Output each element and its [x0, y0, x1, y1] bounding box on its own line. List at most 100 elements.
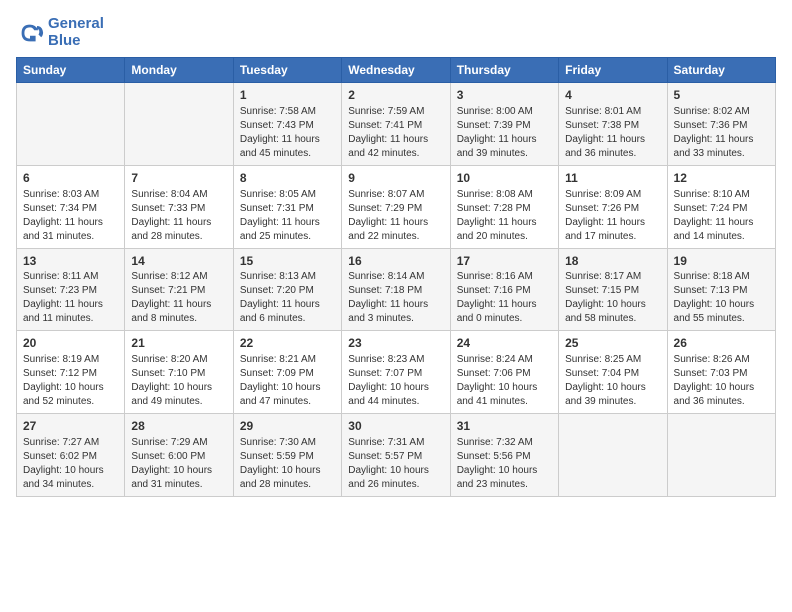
logo-icon [16, 19, 44, 47]
page-header: General Blue [16, 16, 776, 49]
day-number: 29 [240, 418, 335, 435]
day-info: Sunrise: 8:25 AM Sunset: 7:04 PM Dayligh… [565, 353, 660, 409]
day-cell: 23Sunrise: 8:23 AM Sunset: 7:07 PM Dayli… [342, 331, 450, 414]
day-cell [125, 83, 233, 166]
day-cell: 4Sunrise: 8:01 AM Sunset: 7:38 PM Daylig… [559, 83, 667, 166]
day-cell: 6Sunrise: 8:03 AM Sunset: 7:34 PM Daylig… [17, 165, 125, 248]
day-info: Sunrise: 8:16 AM Sunset: 7:16 PM Dayligh… [457, 270, 552, 326]
day-cell: 20Sunrise: 8:19 AM Sunset: 7:12 PM Dayli… [17, 331, 125, 414]
day-number: 12 [674, 170, 769, 187]
day-info: Sunrise: 8:09 AM Sunset: 7:26 PM Dayligh… [565, 188, 660, 244]
day-cell [17, 83, 125, 166]
column-header-sunday: Sunday [17, 58, 125, 83]
day-info: Sunrise: 8:02 AM Sunset: 7:36 PM Dayligh… [674, 105, 769, 161]
day-info: Sunrise: 8:08 AM Sunset: 7:28 PM Dayligh… [457, 188, 552, 244]
day-number: 31 [457, 418, 552, 435]
day-cell: 22Sunrise: 8:21 AM Sunset: 7:09 PM Dayli… [233, 331, 341, 414]
day-info: Sunrise: 8:23 AM Sunset: 7:07 PM Dayligh… [348, 353, 443, 409]
day-cell: 27Sunrise: 7:27 AM Sunset: 6:02 PM Dayli… [17, 414, 125, 497]
day-number: 30 [348, 418, 443, 435]
day-cell [559, 414, 667, 497]
day-cell: 19Sunrise: 8:18 AM Sunset: 7:13 PM Dayli… [667, 248, 775, 331]
day-info: Sunrise: 8:24 AM Sunset: 7:06 PM Dayligh… [457, 353, 552, 409]
day-number: 27 [23, 418, 118, 435]
day-number: 4 [565, 87, 660, 104]
day-number: 7 [131, 170, 226, 187]
day-number: 10 [457, 170, 552, 187]
day-info: Sunrise: 8:04 AM Sunset: 7:33 PM Dayligh… [131, 188, 226, 244]
day-cell: 8Sunrise: 8:05 AM Sunset: 7:31 PM Daylig… [233, 165, 341, 248]
day-info: Sunrise: 8:20 AM Sunset: 7:10 PM Dayligh… [131, 353, 226, 409]
day-info: Sunrise: 7:30 AM Sunset: 5:59 PM Dayligh… [240, 436, 335, 492]
day-number: 22 [240, 335, 335, 352]
day-info: Sunrise: 8:14 AM Sunset: 7:18 PM Dayligh… [348, 270, 443, 326]
day-info: Sunrise: 7:27 AM Sunset: 6:02 PM Dayligh… [23, 436, 118, 492]
day-number: 25 [565, 335, 660, 352]
day-number: 24 [457, 335, 552, 352]
day-cell: 1Sunrise: 7:58 AM Sunset: 7:43 PM Daylig… [233, 83, 341, 166]
day-cell: 13Sunrise: 8:11 AM Sunset: 7:23 PM Dayli… [17, 248, 125, 331]
day-number: 14 [131, 253, 226, 270]
day-info: Sunrise: 8:05 AM Sunset: 7:31 PM Dayligh… [240, 188, 335, 244]
day-cell: 21Sunrise: 8:20 AM Sunset: 7:10 PM Dayli… [125, 331, 233, 414]
day-number: 15 [240, 253, 335, 270]
column-header-saturday: Saturday [667, 58, 775, 83]
day-cell: 25Sunrise: 8:25 AM Sunset: 7:04 PM Dayli… [559, 331, 667, 414]
day-number: 21 [131, 335, 226, 352]
day-cell: 30Sunrise: 7:31 AM Sunset: 5:57 PM Dayli… [342, 414, 450, 497]
day-info: Sunrise: 8:11 AM Sunset: 7:23 PM Dayligh… [23, 270, 118, 326]
day-cell: 3Sunrise: 8:00 AM Sunset: 7:39 PM Daylig… [450, 83, 558, 166]
day-cell: 31Sunrise: 7:32 AM Sunset: 5:56 PM Dayli… [450, 414, 558, 497]
calendar-header-row: SundayMondayTuesdayWednesdayThursdayFrid… [17, 58, 776, 83]
day-info: Sunrise: 7:32 AM Sunset: 5:56 PM Dayligh… [457, 436, 552, 492]
day-info: Sunrise: 8:17 AM Sunset: 7:15 PM Dayligh… [565, 270, 660, 326]
day-info: Sunrise: 7:31 AM Sunset: 5:57 PM Dayligh… [348, 436, 443, 492]
day-cell: 9Sunrise: 8:07 AM Sunset: 7:29 PM Daylig… [342, 165, 450, 248]
week-row-4: 20Sunrise: 8:19 AM Sunset: 7:12 PM Dayli… [17, 331, 776, 414]
day-info: Sunrise: 8:10 AM Sunset: 7:24 PM Dayligh… [674, 188, 769, 244]
day-number: 9 [348, 170, 443, 187]
day-info: Sunrise: 7:29 AM Sunset: 6:00 PM Dayligh… [131, 436, 226, 492]
week-row-2: 6Sunrise: 8:03 AM Sunset: 7:34 PM Daylig… [17, 165, 776, 248]
week-row-1: 1Sunrise: 7:58 AM Sunset: 7:43 PM Daylig… [17, 83, 776, 166]
column-header-monday: Monday [125, 58, 233, 83]
day-info: Sunrise: 8:00 AM Sunset: 7:39 PM Dayligh… [457, 105, 552, 161]
day-cell: 14Sunrise: 8:12 AM Sunset: 7:21 PM Dayli… [125, 248, 233, 331]
day-cell: 2Sunrise: 7:59 AM Sunset: 7:41 PM Daylig… [342, 83, 450, 166]
day-cell: 11Sunrise: 8:09 AM Sunset: 7:26 PM Dayli… [559, 165, 667, 248]
day-number: 20 [23, 335, 118, 352]
day-cell: 16Sunrise: 8:14 AM Sunset: 7:18 PM Dayli… [342, 248, 450, 331]
day-info: Sunrise: 8:26 AM Sunset: 7:03 PM Dayligh… [674, 353, 769, 409]
day-cell: 28Sunrise: 7:29 AM Sunset: 6:00 PM Dayli… [125, 414, 233, 497]
calendar-table: SundayMondayTuesdayWednesdayThursdayFrid… [16, 57, 776, 497]
week-row-3: 13Sunrise: 8:11 AM Sunset: 7:23 PM Dayli… [17, 248, 776, 331]
day-cell: 18Sunrise: 8:17 AM Sunset: 7:15 PM Dayli… [559, 248, 667, 331]
day-number: 26 [674, 335, 769, 352]
day-cell: 26Sunrise: 8:26 AM Sunset: 7:03 PM Dayli… [667, 331, 775, 414]
day-cell: 12Sunrise: 8:10 AM Sunset: 7:24 PM Dayli… [667, 165, 775, 248]
day-number: 3 [457, 87, 552, 104]
column-header-tuesday: Tuesday [233, 58, 341, 83]
day-info: Sunrise: 8:18 AM Sunset: 7:13 PM Dayligh… [674, 270, 769, 326]
day-number: 11 [565, 170, 660, 187]
day-info: Sunrise: 8:03 AM Sunset: 7:34 PM Dayligh… [23, 188, 118, 244]
day-cell: 5Sunrise: 8:02 AM Sunset: 7:36 PM Daylig… [667, 83, 775, 166]
day-info: Sunrise: 8:12 AM Sunset: 7:21 PM Dayligh… [131, 270, 226, 326]
week-row-5: 27Sunrise: 7:27 AM Sunset: 6:02 PM Dayli… [17, 414, 776, 497]
day-number: 23 [348, 335, 443, 352]
day-number: 6 [23, 170, 118, 187]
day-info: Sunrise: 7:58 AM Sunset: 7:43 PM Dayligh… [240, 105, 335, 161]
day-cell [667, 414, 775, 497]
column-header-thursday: Thursday [450, 58, 558, 83]
day-info: Sunrise: 8:01 AM Sunset: 7:38 PM Dayligh… [565, 105, 660, 161]
day-cell: 15Sunrise: 8:13 AM Sunset: 7:20 PM Dayli… [233, 248, 341, 331]
day-info: Sunrise: 8:19 AM Sunset: 7:12 PM Dayligh… [23, 353, 118, 409]
day-cell: 7Sunrise: 8:04 AM Sunset: 7:33 PM Daylig… [125, 165, 233, 248]
day-info: Sunrise: 8:21 AM Sunset: 7:09 PM Dayligh… [240, 353, 335, 409]
day-number: 8 [240, 170, 335, 187]
day-number: 28 [131, 418, 226, 435]
day-info: Sunrise: 7:59 AM Sunset: 7:41 PM Dayligh… [348, 105, 443, 161]
day-info: Sunrise: 8:13 AM Sunset: 7:20 PM Dayligh… [240, 270, 335, 326]
logo-text: General Blue [48, 16, 104, 49]
day-number: 1 [240, 87, 335, 104]
